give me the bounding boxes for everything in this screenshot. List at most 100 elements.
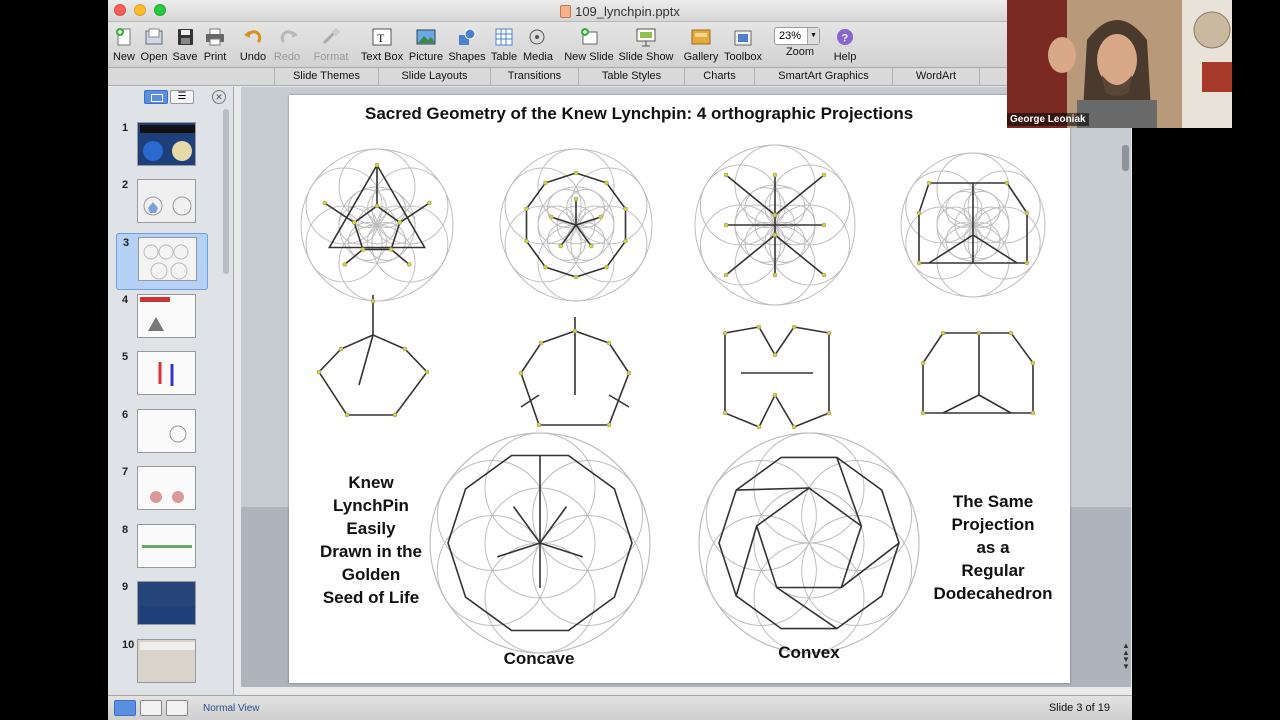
slide-show-button[interactable]: Slide Show [618, 24, 674, 66]
help-button[interactable]: ? Help [830, 24, 860, 66]
tab-slide-layouts[interactable]: Slide Layouts [378, 68, 490, 86]
slide-preview-image [137, 524, 196, 568]
vertex-dot [424, 369, 430, 375]
new-slide-icon [578, 26, 600, 48]
text-box-label: Text Box [360, 51, 404, 63]
vertex-dot [623, 206, 628, 212]
outline-view-button[interactable]: ☰ [170, 90, 194, 104]
svg-text:?: ? [842, 33, 849, 45]
slide-thumbnail[interactable]: 1 [116, 119, 208, 176]
help-label: Help [833, 51, 857, 63]
table-label: Table [490, 51, 518, 63]
slide-thumbnail[interactable]: 3 [116, 233, 208, 290]
redo-label: Redo [273, 51, 301, 63]
shapes-button[interactable]: Shapes [448, 24, 486, 66]
slide-thumbnail[interactable]: 10 [116, 636, 208, 693]
slide-thumbnail[interactable]: 8 [116, 521, 208, 578]
slide-show-view-button[interactable] [166, 700, 188, 716]
tab-smartart-graphics[interactable]: SmartArt Graphics [754, 68, 892, 86]
slide-preview-image [137, 466, 196, 510]
slide-thumbnail[interactable]: 2 [116, 176, 208, 233]
tab-charts[interactable]: Charts [684, 68, 754, 86]
vertex-dot [392, 412, 398, 418]
tab-transitions[interactable]: Transitions [490, 68, 578, 86]
redo-icon [276, 26, 298, 48]
left-caption-line: Seed of Life [322, 588, 420, 607]
vertex-dot [920, 410, 926, 416]
redo-button[interactable]: Redo [272, 24, 302, 66]
vertex-dot [407, 262, 412, 267]
vertex-dot [573, 196, 579, 202]
standard-toolbar: New Open Save Print Undo Redo Format T T [108, 22, 1132, 68]
slide-preview-image [137, 294, 196, 338]
projection-edge [942, 394, 980, 414]
print-button[interactable]: Print [201, 24, 229, 66]
concave-edge [512, 506, 541, 544]
next-slide-icon[interactable]: ▼ ▼ [1122, 655, 1130, 671]
slide-sorter-button[interactable] [140, 700, 162, 716]
gallery-button[interactable]: Gallery [683, 24, 719, 66]
picture-button[interactable]: Picture [407, 24, 445, 66]
format-label: Format [313, 51, 349, 63]
tab-wordart[interactable]: WordArt [892, 68, 980, 86]
slide-show-label: Slide Show [618, 51, 674, 63]
save-button[interactable]: Save [171, 24, 199, 66]
normal-view-button[interactable] [114, 700, 136, 716]
new-slide-button[interactable]: New Slide [564, 24, 614, 66]
slide-canvas[interactable]: Sacred Geometry of the Knew Lynchpin: 4 … [289, 95, 1070, 683]
vertex-dot [518, 370, 524, 376]
document-title: 109_lynchpin.pptx [108, 4, 1132, 19]
navigator-header: ☰ ✕ [108, 87, 234, 107]
slide-thumbnail[interactable]: 5 [116, 348, 208, 405]
slide-preview-image [137, 639, 196, 683]
concave-label: Concave [503, 649, 575, 668]
open-button[interactable]: Open [139, 24, 169, 66]
new-button[interactable]: New [112, 24, 136, 66]
undo-icon [242, 26, 264, 48]
zoom-select[interactable]: 23% ▼ [774, 27, 820, 45]
tab-table-styles[interactable]: Table Styles [578, 68, 684, 86]
vertex-dot [558, 243, 563, 249]
slide-count-indicator: Slide 3 of 19 [1048, 702, 1110, 714]
navigator-scrollbar[interactable] [222, 109, 230, 689]
slide-preview-image [137, 179, 196, 223]
left-caption-line: Easily [346, 519, 396, 538]
projection-edge [978, 394, 1012, 414]
editor-scroll-thumb[interactable] [1122, 145, 1129, 171]
navigator-scroll-thumb[interactable] [223, 109, 229, 274]
slide-thumbnail[interactable]: 7 [116, 463, 208, 520]
zoom-label-button[interactable]: Zoom [780, 46, 820, 64]
vertex-dot [606, 340, 612, 346]
undo-button[interactable]: Undo [236, 24, 270, 66]
slide-show-icon [635, 26, 657, 48]
vertex-dot [772, 392, 778, 398]
projection-vertices [316, 162, 1036, 430]
media-button[interactable]: Media [521, 24, 555, 66]
projection-edge [725, 174, 776, 216]
left-caption-line: Drawn in the [319, 542, 422, 561]
vertex-dot [388, 247, 394, 252]
view-mode-label: Normal View [203, 703, 260, 714]
vertex-dot [1008, 330, 1014, 336]
slide-nav-arrows[interactable]: ▲ ▲ ▼ ▼ [1121, 642, 1131, 671]
close-navigator-button[interactable]: ✕ [212, 90, 226, 104]
table-button[interactable]: Table [490, 24, 518, 66]
tab-slide-themes[interactable]: Slide Themes [274, 68, 378, 86]
slide-editor: Sacred Geometry of the Knew Lynchpin: 4 … [241, 87, 1131, 687]
slide-navigator: ☰ ✕ 1 2 3 4 5 6 7 8 9 10 [108, 87, 234, 695]
slide-thumbnail[interactable]: 6 [116, 406, 208, 463]
slide-thumbnail[interactable]: 9 [116, 578, 208, 635]
toolbox-icon [732, 26, 754, 48]
toolbox-button[interactable]: Toolbox [722, 24, 764, 66]
vertex-dot [723, 272, 729, 278]
projection-edge [774, 234, 825, 276]
format-button[interactable]: Format [313, 24, 349, 66]
slide-number: 7 [122, 466, 129, 478]
text-box-button[interactable]: T Text Box [360, 24, 404, 66]
editor-scrollbar[interactable] [1119, 87, 1131, 687]
slide-thumbnail[interactable]: 4 [116, 291, 208, 348]
thumbnail-view-button[interactable] [144, 90, 168, 104]
zoom-dropdown-icon[interactable]: ▼ [807, 28, 819, 44]
vertex-dot [538, 340, 544, 346]
vertex-dot [322, 200, 327, 206]
